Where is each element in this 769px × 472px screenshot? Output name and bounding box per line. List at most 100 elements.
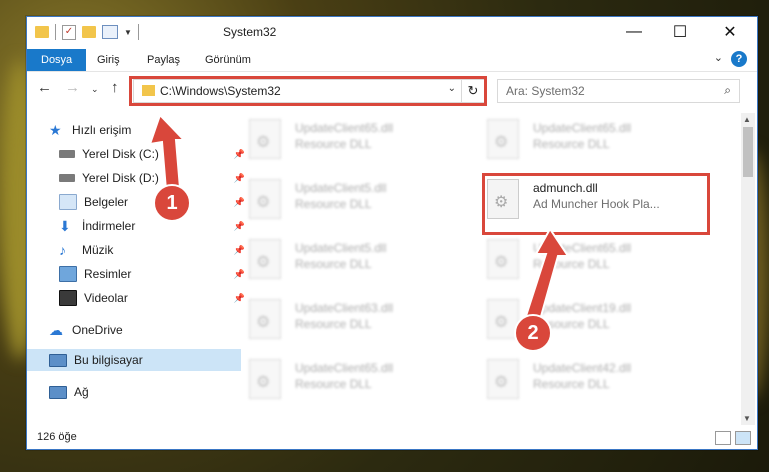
- star-icon: ★: [49, 122, 62, 138]
- file-item[interactable]: UpdateClient42.dll Resource DLL: [487, 357, 707, 403]
- file-item[interactable]: UpdateClient63.dll Resource DLL: [249, 297, 469, 343]
- file-type: Resource DLL: [295, 377, 372, 391]
- file-item[interactable]: UpdateClient65.dll Resource DLL: [249, 357, 469, 403]
- sidebar-item-onedrive[interactable]: ☁ OneDrive: [27, 319, 241, 341]
- search-input[interactable]: Ara: System32 ⌕: [497, 79, 740, 103]
- sidebar-item-this-pc[interactable]: Bu bilgisayar: [27, 349, 241, 371]
- scroll-down-icon[interactable]: ▼: [743, 414, 751, 423]
- computer-icon: [49, 353, 67, 367]
- chevron-down-icon[interactable]: ▼: [124, 28, 132, 37]
- properties-icon[interactable]: [102, 25, 118, 39]
- video-icon: [59, 290, 77, 306]
- new-folder-icon[interactable]: [82, 26, 96, 38]
- sidebar-item-label: Videolar: [84, 291, 128, 305]
- folder-icon[interactable]: [35, 26, 49, 38]
- toolbar-separator: [55, 24, 56, 40]
- file-name: UpdateClient5.dll: [295, 181, 387, 195]
- back-arrow-icon[interactable]: ←: [37, 79, 52, 96]
- sidebar-item-label: Yerel Disk (C:): [82, 147, 159, 161]
- sidebar-item-label: Bu bilgisayar: [74, 353, 143, 367]
- dll-file-icon: [249, 299, 281, 339]
- file-highlight-box: [482, 173, 710, 235]
- file-type: Resource DLL: [295, 317, 372, 331]
- navigation-pane: ★ Hızlı erişim Yerel Disk (C:) 📌 Yerel D…: [27, 113, 245, 423]
- sidebar-item-network[interactable]: Ağ: [27, 381, 241, 403]
- quick-access-toolbar: ✓ ▼: [35, 24, 139, 40]
- search-icon[interactable]: ⌕: [724, 83, 731, 98]
- file-name: UpdateClient65.dll: [533, 241, 632, 255]
- maximize-button[interactable]: ☐: [657, 17, 703, 47]
- sidebar-item-downloads[interactable]: ⬇ İndirmeler 📌: [27, 215, 251, 237]
- search-placeholder: Ara: System32: [506, 84, 585, 98]
- properties-check-icon[interactable]: ✓: [62, 24, 76, 40]
- file-name: UpdateClient65.dll: [295, 121, 394, 135]
- sidebar-item-documents[interactable]: Belgeler 📌: [27, 191, 251, 213]
- tab-paylas[interactable]: Paylaş: [135, 49, 192, 71]
- minimize-button[interactable]: —: [611, 17, 657, 47]
- documents-icon: [59, 194, 77, 210]
- chevron-down-icon[interactable]: ⌄: [714, 51, 723, 64]
- file-type: Resource DLL: [533, 377, 610, 391]
- sidebar-item-label: Hızlı erişim: [72, 123, 132, 137]
- title-bar: ✓ ▼ System32 — ☐ ✕: [27, 17, 757, 47]
- file-item[interactable]: UpdateClient5.dll Resource DLL: [249, 177, 469, 223]
- dll-file-icon: [249, 239, 281, 279]
- file-item[interactable]: UpdateClient65.dll Resource DLL: [249, 117, 469, 163]
- sidebar-item-pictures[interactable]: Resimler 📌: [27, 263, 251, 285]
- file-type: Resource DLL: [533, 137, 610, 151]
- tab-dosya[interactable]: Dosya: [27, 49, 87, 71]
- music-icon: ♪: [59, 242, 66, 258]
- file-type: Resource DLL: [295, 197, 372, 211]
- file-name: UpdateClient65.dll: [533, 121, 632, 135]
- file-type: Resource DLL: [295, 257, 372, 271]
- details-view-icon[interactable]: [715, 431, 731, 445]
- tab-gorunum[interactable]: Görünüm: [193, 49, 263, 71]
- drive-icon: [59, 174, 75, 182]
- sidebar-item-local-disk-d[interactable]: Yerel Disk (D:) 📌: [27, 167, 251, 189]
- file-name: UpdateClient5.dll: [295, 241, 387, 255]
- download-icon: ⬇: [59, 218, 71, 234]
- callout-number-2: 2: [514, 314, 552, 352]
- file-name: UpdateClient63.dll: [295, 301, 394, 315]
- dll-file-icon: [487, 119, 519, 159]
- sidebar-item-label: Resimler: [84, 267, 132, 281]
- tab-giris[interactable]: Giriş: [85, 49, 132, 71]
- close-button[interactable]: ✕: [707, 17, 753, 47]
- recent-locations-chevron-icon[interactable]: ⌄: [91, 84, 99, 95]
- drive-icon: [59, 150, 75, 158]
- file-name: UpdateClient42.dll: [533, 361, 632, 375]
- vertical-scrollbar[interactable]: ▲ ▼: [741, 113, 755, 425]
- item-count: 126 öğe: [37, 431, 77, 443]
- sidebar-item-label: Belgeler: [84, 195, 129, 209]
- sidebar-item-label: İndirmeler: [82, 219, 136, 233]
- sidebar-item-local-disk-c[interactable]: Yerel Disk (C:) 📌: [27, 143, 251, 165]
- sidebar-item-music[interactable]: ♪ Müzik 📌: [27, 239, 251, 261]
- dll-file-icon: [249, 119, 281, 159]
- up-arrow-icon[interactable]: ↑: [111, 79, 119, 96]
- file-item[interactable]: UpdateClient65.dll Resource DLL: [487, 237, 707, 283]
- dll-file-icon: [487, 239, 519, 279]
- dll-file-icon: [249, 359, 281, 399]
- file-item[interactable]: UpdateClient5.dll Resource DLL: [249, 237, 469, 283]
- sidebar-item-quick-access[interactable]: ★ Hızlı erişim: [27, 119, 241, 141]
- toolbar-separator: [137, 24, 139, 40]
- file-list: UpdateClient65.dll Resource DLL UpdateCl…: [223, 113, 739, 425]
- help-icon[interactable]: ?: [731, 51, 747, 67]
- file-item[interactable]: UpdateClient65.dll Resource DLL: [487, 117, 707, 163]
- sidebar-item-label: Müzik: [82, 243, 114, 257]
- scroll-up-icon[interactable]: ▲: [743, 115, 751, 124]
- network-icon: [49, 385, 67, 399]
- forward-arrow-icon[interactable]: →: [65, 79, 80, 96]
- window-title: System32: [223, 25, 277, 39]
- file-type: Resource DLL: [295, 137, 372, 151]
- scrollbar-thumb[interactable]: [743, 127, 753, 177]
- sidebar-item-label: Ağ: [74, 385, 89, 399]
- dll-file-icon: [249, 179, 281, 219]
- ribbon-tabs: Dosya Giriş Paylaş Görünüm ⌄ ?: [27, 47, 757, 72]
- cloud-icon: ☁: [49, 322, 63, 338]
- sidebar-item-videos[interactable]: Videolar 📌: [27, 287, 251, 309]
- sidebar-item-label: OneDrive: [72, 323, 123, 337]
- address-highlight-box: [129, 76, 487, 106]
- large-icons-view-icon[interactable]: [735, 431, 751, 445]
- dll-file-icon: [487, 359, 519, 399]
